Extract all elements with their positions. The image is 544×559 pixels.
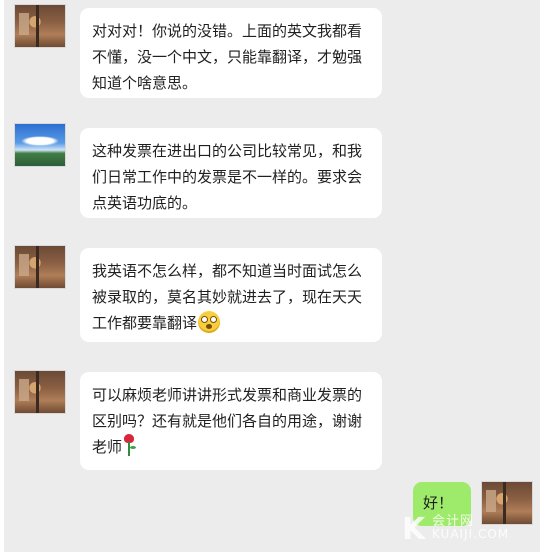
flushed-face-emoji xyxy=(198,311,221,333)
message-line: 我英语不怎么样，都不知道当时面试怎么 xyxy=(92,262,363,280)
message-bubble-incoming[interactable]: 这种发票在进出口的公司比较常见，和我 们日常工作中的发票是不一样的。要求会 点英… xyxy=(80,128,382,218)
contact-avatar[interactable] xyxy=(14,245,66,289)
message-line: 被录取的，莫名其妙就进去了，现在天天 xyxy=(92,288,363,306)
message-line: 这种发票在进出口的公司比较常见，和我 xyxy=(92,142,363,160)
watermark-logo: K xyxy=(402,512,426,547)
site-watermark: K 会计网 KUAIJI.COM xyxy=(402,508,522,547)
message-line-with-emoji: 老师 xyxy=(92,434,368,460)
watermark-en-text: KUAIJI.COM xyxy=(432,527,510,541)
message-line: 工作都要靠翻译 xyxy=(92,314,198,332)
message-line: 不懂，没一个中文，只能靠翻译，才勉强 xyxy=(92,48,363,66)
message-line: 知道个啥意思。 xyxy=(92,74,198,92)
message-line: 对对对！你说的没错。上面的英文我都看 xyxy=(92,22,363,40)
message-bubble-incoming[interactable]: 对对对！你说的没错。上面的英文我都看 不懂，没一个中文，只能靠翻译，才勉强 知道… xyxy=(80,8,382,98)
message-line: 们日常工作中的发票是不一样的。要求会 xyxy=(92,168,363,186)
contact-avatar[interactable] xyxy=(14,4,66,48)
rose-emoji xyxy=(122,434,137,456)
chat-conversation: 对对对！你说的没错。上面的英文我都看 不懂，没一个中文，只能靠翻译，才勉强 知道… xyxy=(4,0,540,552)
message-bubble-incoming[interactable]: 可以麻烦老师讲讲形式发票和商业发票的 区别吗？还有就是他们各自的用途，谢谢 老师 xyxy=(80,372,382,470)
message-line: 区别吗？还有就是他们各自的用途，谢谢 xyxy=(92,412,363,430)
contact-avatar[interactable] xyxy=(14,370,66,414)
contact-avatar[interactable] xyxy=(14,123,66,167)
message-line: 可以麻烦老师讲讲形式发票和商业发票的 xyxy=(92,386,363,404)
message-bubble-incoming[interactable]: 我英语不怎么样，都不知道当时面试怎么 被录取的，莫名其妙就进去了，现在天天 工作… xyxy=(80,248,382,342)
message-line: 点英语功底的。 xyxy=(92,194,198,212)
message-line: 老师 xyxy=(92,438,123,456)
message-line-with-emoji: 工作都要靠翻译 xyxy=(92,310,368,336)
